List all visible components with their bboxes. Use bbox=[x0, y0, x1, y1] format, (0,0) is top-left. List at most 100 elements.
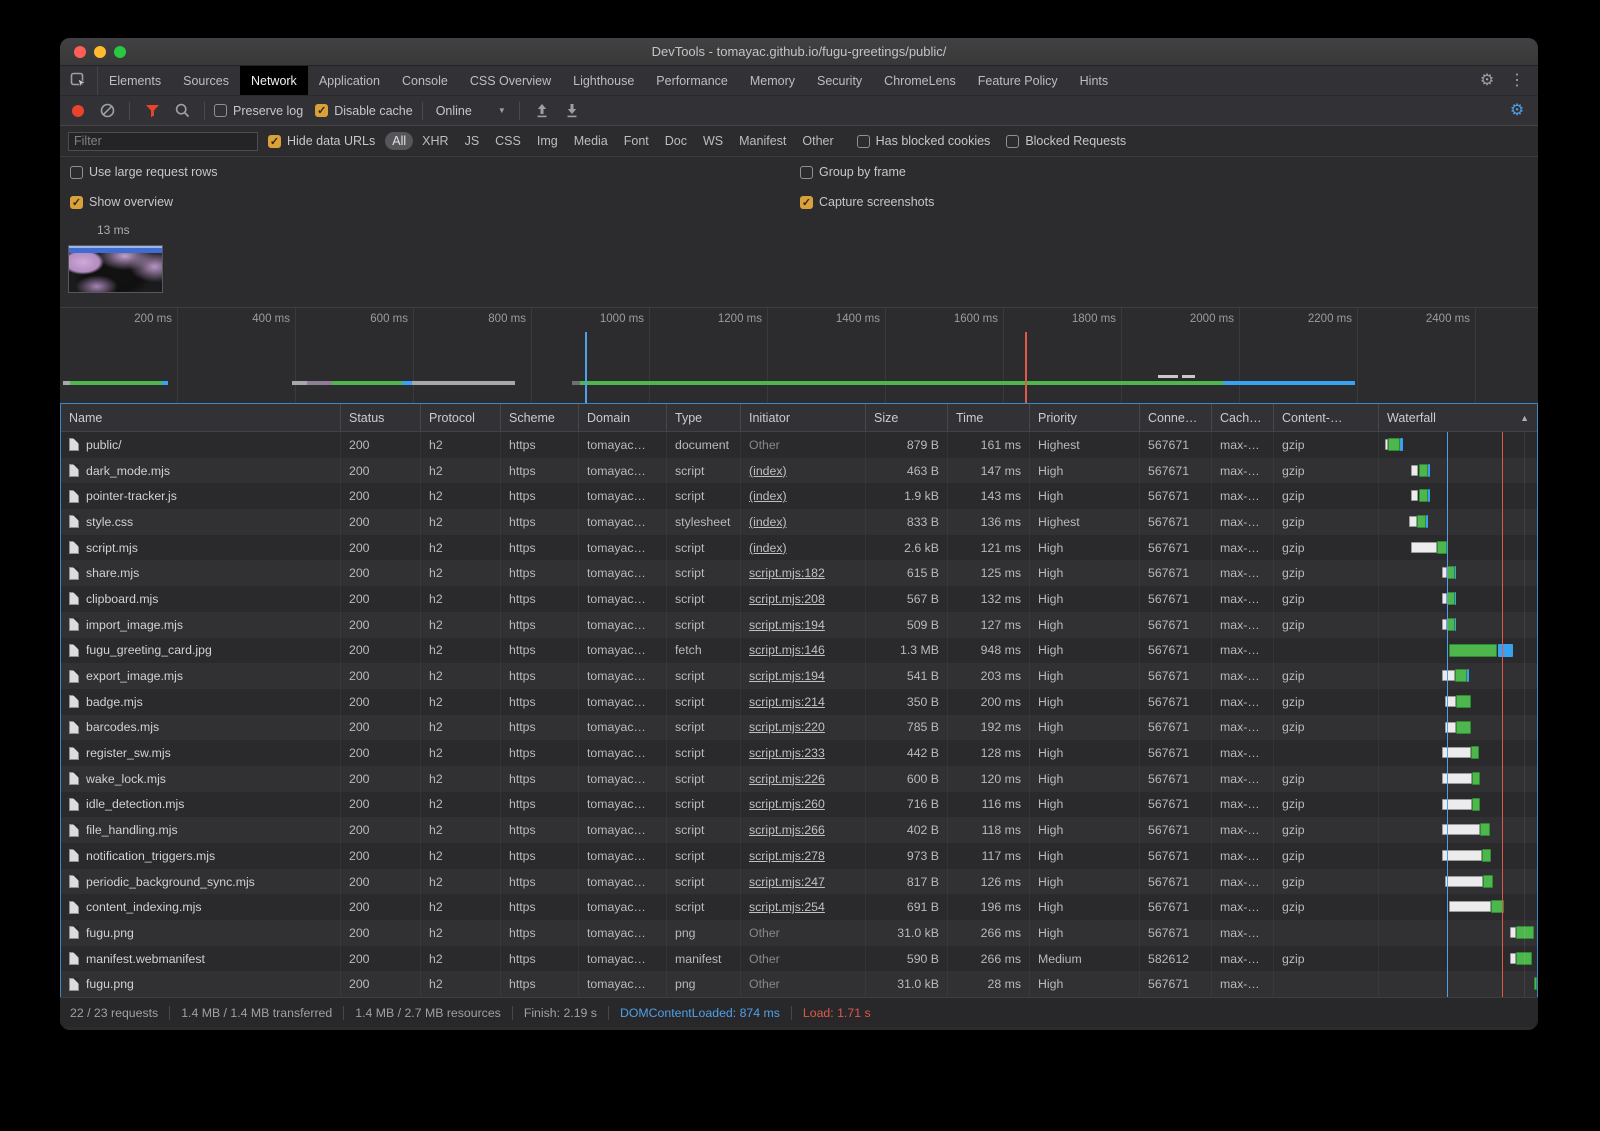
tab-css-overview[interactable]: CSS Overview bbox=[459, 66, 562, 95]
filter-pill-other[interactable]: Other bbox=[795, 132, 840, 150]
table-row[interactable]: import_image.mjs200h2httpstomayac…script… bbox=[61, 612, 1537, 638]
cell-initiator-value[interactable]: (index) bbox=[749, 489, 787, 503]
table-row[interactable]: public/200h2httpstomayac…documentOther87… bbox=[61, 432, 1537, 458]
table-row[interactable]: fugu.png200h2httpstomayac…pngOther31.0 k… bbox=[61, 971, 1537, 997]
cell-initiator-value[interactable]: script.mjs:233 bbox=[749, 746, 825, 760]
group-by-frame-checkbox[interactable]: Group by frame bbox=[800, 165, 906, 179]
tab-network[interactable]: Network bbox=[240, 66, 308, 95]
cell-initiator-value[interactable]: script.mjs:266 bbox=[749, 823, 825, 837]
column-header-protocol[interactable]: Protocol bbox=[421, 404, 501, 431]
disable-cache-checkbox[interactable]: Disable cache bbox=[315, 104, 413, 118]
column-header-content[interactable]: Content-… bbox=[1274, 404, 1379, 431]
filter-pill-ws[interactable]: WS bbox=[696, 132, 730, 150]
column-header-initiator[interactable]: Initiator bbox=[741, 404, 866, 431]
network-settings-button[interactable]: ⚙ bbox=[1504, 98, 1530, 124]
column-header-size[interactable]: Size bbox=[866, 404, 948, 431]
table-row[interactable]: pointer-tracker.js200h2httpstomayac…scri… bbox=[61, 483, 1537, 509]
column-header-cach[interactable]: Cach… bbox=[1212, 404, 1274, 431]
blocked-requests-checkbox[interactable]: Blocked Requests bbox=[1006, 134, 1126, 148]
tab-memory[interactable]: Memory bbox=[739, 66, 806, 95]
cell-initiator-value[interactable]: script.mjs:194 bbox=[749, 618, 825, 632]
column-header-name[interactable]: Name bbox=[61, 404, 341, 431]
tab-chromelens[interactable]: ChromeLens bbox=[873, 66, 967, 95]
table-row[interactable]: export_image.mjs200h2httpstomayac…script… bbox=[61, 663, 1537, 689]
table-row[interactable]: wake_lock.mjs200h2httpstomayac…scriptscr… bbox=[61, 766, 1537, 792]
table-row[interactable]: script.mjs200h2httpstomayac…script(index… bbox=[61, 535, 1537, 561]
use-large-request-rows-checkbox[interactable]: Use large request rows bbox=[70, 165, 795, 179]
table-row[interactable]: fugu_greeting_card.jpg200h2httpstomayac…… bbox=[61, 638, 1537, 664]
cell-initiator-value[interactable]: script.mjs:278 bbox=[749, 849, 825, 863]
zoom-window-button[interactable] bbox=[114, 46, 126, 58]
throttling-select[interactable]: Online ▼ bbox=[432, 104, 510, 118]
tab-application[interactable]: Application bbox=[308, 66, 391, 95]
inspect-element-button[interactable] bbox=[60, 66, 98, 95]
table-row[interactable]: idle_detection.mjs200h2httpstomayac…scri… bbox=[61, 792, 1537, 818]
column-header-conne[interactable]: Conne… bbox=[1140, 404, 1212, 431]
overview-timeline[interactable]: 200 ms400 ms600 ms800 ms1000 ms1200 ms14… bbox=[60, 308, 1538, 403]
table-row[interactable]: content_indexing.mjs200h2httpstomayac…sc… bbox=[61, 894, 1537, 920]
table-row[interactable]: dark_mode.mjs200h2httpstomayac…script(in… bbox=[61, 458, 1537, 484]
column-header-scheme[interactable]: Scheme bbox=[501, 404, 579, 431]
table-row[interactable]: fugu.png200h2httpstomayac…pngOther31.0 k… bbox=[61, 920, 1537, 946]
has-blocked-cookies-checkbox[interactable]: Has blocked cookies bbox=[857, 134, 991, 148]
filter-pill-all[interactable]: All bbox=[385, 132, 413, 150]
tab-security[interactable]: Security bbox=[806, 66, 873, 95]
column-header-status[interactable]: Status bbox=[341, 404, 421, 431]
load-time[interactable]: Load: 1.71 s bbox=[803, 1006, 871, 1020]
table-row[interactable]: share.mjs200h2httpstomayac…scriptscript.… bbox=[61, 560, 1537, 586]
search-button[interactable] bbox=[169, 98, 195, 124]
tab-console[interactable]: Console bbox=[391, 66, 459, 95]
tab-lighthouse[interactable]: Lighthouse bbox=[562, 66, 645, 95]
column-header-type[interactable]: Type bbox=[667, 404, 741, 431]
clear-network-log-button[interactable] bbox=[94, 98, 120, 124]
tab-feature-policy[interactable]: Feature Policy bbox=[967, 66, 1069, 95]
cell-initiator-value[interactable]: script.mjs:182 bbox=[749, 566, 825, 580]
table-row[interactable]: clipboard.mjs200h2httpstomayac…scriptscr… bbox=[61, 586, 1537, 612]
table-row[interactable]: periodic_background_sync.mjs200h2httpsto… bbox=[61, 869, 1537, 895]
tab-hints[interactable]: Hints bbox=[1069, 66, 1119, 95]
cell-initiator-value[interactable]: script.mjs:214 bbox=[749, 695, 825, 709]
tab-sources[interactable]: Sources bbox=[172, 66, 240, 95]
more-options-button[interactable]: ⋮ bbox=[1504, 68, 1530, 94]
column-header-time[interactable]: Time bbox=[948, 404, 1030, 431]
import-har-button[interactable] bbox=[529, 98, 555, 124]
capture-screenshots-checkbox[interactable]: Capture screenshots bbox=[800, 195, 934, 209]
cell-initiator-value[interactable]: script.mjs:220 bbox=[749, 720, 825, 734]
cell-initiator-value[interactable]: (index) bbox=[749, 515, 787, 529]
cell-initiator-value[interactable]: script.mjs:208 bbox=[749, 592, 825, 606]
cell-initiator-value[interactable]: script.mjs:260 bbox=[749, 797, 825, 811]
filter-pill-img[interactable]: Img bbox=[530, 132, 565, 150]
cell-initiator-value[interactable]: (index) bbox=[749, 541, 787, 555]
filter-pill-manifest[interactable]: Manifest bbox=[732, 132, 793, 150]
filter-pill-js[interactable]: JS bbox=[458, 132, 487, 150]
filter-pill-media[interactable]: Media bbox=[567, 132, 615, 150]
cell-initiator-value[interactable]: (index) bbox=[749, 464, 787, 478]
column-header-domain[interactable]: Domain bbox=[579, 404, 667, 431]
devtools-settings-button[interactable]: ⚙ bbox=[1474, 68, 1500, 94]
filter-pill-xhr[interactable]: XHR bbox=[415, 132, 455, 150]
table-row[interactable]: badge.mjs200h2httpstomayac…scriptscript.… bbox=[61, 689, 1537, 715]
filter-input[interactable] bbox=[68, 132, 258, 151]
table-row[interactable]: notification_triggers.mjs200h2httpstomay… bbox=[61, 843, 1537, 869]
table-row[interactable]: manifest.webmanifest200h2httpstomayac…ma… bbox=[61, 946, 1537, 972]
preserve-log-checkbox[interactable]: Preserve log bbox=[214, 104, 303, 118]
cell-initiator-value[interactable]: script.mjs:247 bbox=[749, 875, 825, 889]
record-network-log-button[interactable] bbox=[72, 105, 84, 117]
minimize-window-button[interactable] bbox=[94, 46, 106, 58]
cell-initiator-value[interactable]: script.mjs:194 bbox=[749, 669, 825, 683]
close-window-button[interactable] bbox=[74, 46, 86, 58]
cell-initiator-value[interactable]: script.mjs:146 bbox=[749, 643, 825, 657]
tab-performance[interactable]: Performance bbox=[645, 66, 739, 95]
hide-data-urls-checkbox[interactable]: Hide data URLs bbox=[268, 134, 375, 148]
filter-pill-font[interactable]: Font bbox=[617, 132, 656, 150]
cell-initiator-value[interactable]: script.mjs:254 bbox=[749, 900, 825, 914]
screenshot-thumbnail[interactable] bbox=[68, 245, 163, 293]
cell-initiator-value[interactable]: script.mjs:226 bbox=[749, 772, 825, 786]
export-har-button[interactable] bbox=[559, 98, 585, 124]
filter-pill-doc[interactable]: Doc bbox=[658, 132, 694, 150]
table-row[interactable]: barcodes.mjs200h2httpstomayac…scriptscri… bbox=[61, 715, 1537, 741]
filter-pill-css[interactable]: CSS bbox=[488, 132, 528, 150]
column-header-priority[interactable]: Priority bbox=[1030, 404, 1140, 431]
filter-toggle-button[interactable] bbox=[139, 98, 165, 124]
tab-elements[interactable]: Elements bbox=[98, 66, 172, 95]
